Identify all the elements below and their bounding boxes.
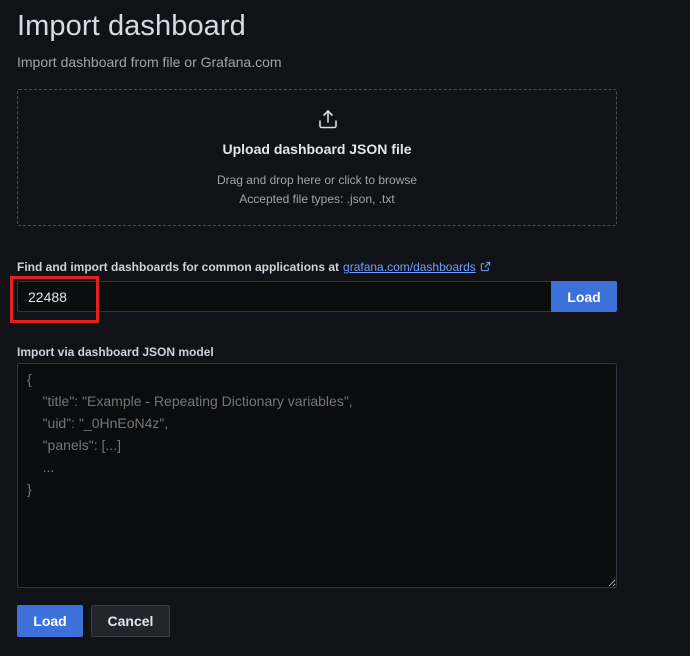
json-model-label: Import via dashboard JSON model xyxy=(17,345,214,359)
upload-icon xyxy=(316,107,340,131)
upload-hint: Drag and drop here or click to browse xyxy=(216,173,418,187)
load-id-button[interactable]: Load xyxy=(551,281,617,312)
cancel-button[interactable]: Cancel xyxy=(91,605,170,637)
grafana-dashboard-id-input[interactable] xyxy=(17,281,551,312)
upload-accepted-types: Accepted file types: .json, .txt xyxy=(239,192,395,206)
upload-title: Upload dashboard JSON file xyxy=(222,141,412,157)
grafana-dashboards-link[interactable]: grafana.com/dashboards xyxy=(343,260,476,274)
page-subtitle: Import dashboard from file or Grafana.co… xyxy=(17,54,282,70)
upload-dropzone[interactable]: Upload dashboard JSON file Drag and drop… xyxy=(17,89,617,226)
grafana-import-label: Find and import dashboards for common ap… xyxy=(17,260,491,274)
grafana-import-label-text: Find and import dashboards for common ap… xyxy=(17,260,340,274)
page-title: Import dashboard xyxy=(17,10,246,42)
load-button[interactable]: Load xyxy=(17,605,83,637)
external-link-icon[interactable] xyxy=(480,261,491,272)
json-model-textarea[interactable] xyxy=(17,363,617,588)
